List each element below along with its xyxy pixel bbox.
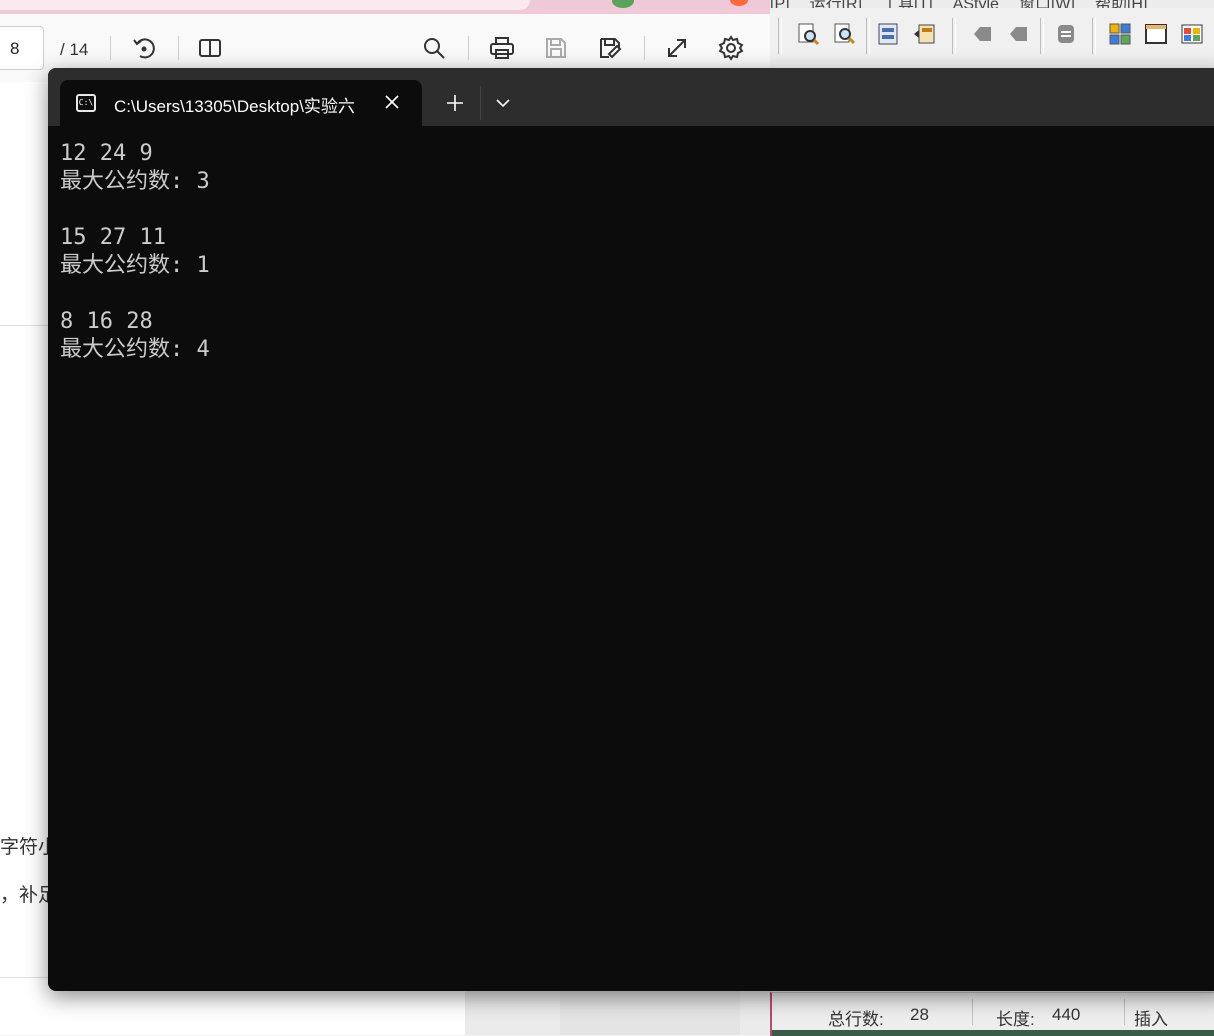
bookmark-back-icon[interactable]	[970, 22, 994, 46]
toolbar-divider	[110, 36, 111, 60]
unindent-icon[interactable]	[912, 22, 936, 46]
find-icon[interactable]	[796, 22, 820, 46]
devcpp-menu-bar: [P] 运行[R] 工具[T] AStyle 窗口[W] 帮助[H]	[770, 0, 1214, 8]
save-icon[interactable]	[542, 34, 570, 62]
status-divider	[1124, 999, 1125, 1025]
terminal-output[interactable]: 12 24 9 最大公约数: 3 15 27 11 最大公约数: 1 8 16 …	[48, 126, 1214, 991]
output-line: 最大公约数: 1	[60, 253, 210, 278]
output-line: 8 16 28	[60, 309, 153, 334]
extension-icon[interactable]	[612, 0, 634, 8]
color-palette-icon[interactable]	[1180, 22, 1204, 46]
output-line: 12 24 9	[60, 141, 153, 166]
page-divider	[0, 977, 48, 978]
toolbar-divider	[866, 18, 870, 54]
browser-tab[interactable]	[0, 0, 530, 10]
page-total-label: / 14	[60, 40, 89, 59]
find-next-icon[interactable]	[832, 22, 856, 46]
browser-tab-strip	[0, 0, 770, 14]
total-lines-value: 28	[910, 1005, 929, 1024]
close-icon[interactable]	[378, 88, 406, 116]
indent-icon[interactable]	[876, 22, 900, 46]
toolbar-divider	[644, 36, 645, 60]
menu-item[interactable]: 工具[T]	[882, 0, 933, 8]
terminal-tab[interactable]: C:\ C:\Users\13305\Desktop\实验六	[60, 80, 422, 126]
gear-icon[interactable]	[717, 34, 745, 62]
length-label: 长度:	[996, 1010, 1035, 1029]
toolbar-divider	[1092, 18, 1096, 54]
fullscreen-icon[interactable]	[663, 34, 691, 62]
toolbar-divider	[1040, 18, 1044, 54]
terminal-titlebar[interactable]: C:\ C:\Users\13305\Desktop\实验六	[48, 68, 1214, 126]
menu-item[interactable]: AStyle	[953, 0, 999, 8]
bookmark-icon[interactable]	[1054, 22, 1078, 46]
page-view-icon[interactable]	[196, 34, 224, 62]
new-tab-button[interactable]	[440, 88, 470, 118]
status-accent-strip	[772, 1030, 1214, 1036]
menu-item[interactable]: 运行[R]	[810, 0, 862, 8]
toolbar-divider	[178, 36, 179, 60]
page-number-input[interactable]: 8	[0, 26, 44, 70]
rotate-icon[interactable]	[130, 34, 158, 62]
output-line: 15 27 11	[60, 225, 166, 250]
search-icon[interactable]	[420, 34, 448, 62]
output-line: 最大公约数: 3	[60, 169, 210, 194]
devcpp-status-bar: 总行数: 28 长度: 440 插入	[770, 992, 1214, 1036]
menu-item[interactable]: 帮助[H]	[1095, 0, 1147, 8]
cmd-icon: C:\	[76, 94, 96, 112]
layout-grid-icon[interactable]	[1108, 22, 1132, 46]
tab-title: C:\Users\13305\Desktop\实验六	[114, 97, 355, 116]
terminal-window[interactable]: C:\ C:\Users\13305\Desktop\实验六 12 24 9 最…	[48, 68, 1214, 991]
devcpp-toolbar	[770, 8, 1214, 63]
length-value: 440	[1052, 1005, 1081, 1024]
page-divider	[0, 325, 48, 326]
total-lines-label: 总行数:	[828, 1010, 884, 1029]
pdf-scroll-area	[465, 990, 770, 1035]
toolbar-divider	[778, 18, 782, 54]
chevron-down-icon[interactable]	[488, 88, 518, 118]
print-icon[interactable]	[488, 34, 516, 62]
extension-icon[interactable]	[730, 0, 748, 6]
toolbar-divider	[468, 36, 469, 60]
toolbar-divider	[952, 18, 956, 54]
save-as-icon[interactable]	[596, 34, 624, 62]
status-divider	[972, 999, 973, 1025]
menu-item[interactable]: 窗口[W]	[1019, 0, 1075, 8]
titlebar-divider	[480, 86, 481, 120]
output-line: 最大公约数: 4	[60, 337, 210, 362]
insert-mode-indicator: 插入	[1134, 1010, 1168, 1029]
bookmark-forward-icon[interactable]	[1006, 22, 1030, 46]
menu-item[interactable]: [P]	[770, 0, 790, 8]
window-icon[interactable]	[1144, 22, 1168, 46]
